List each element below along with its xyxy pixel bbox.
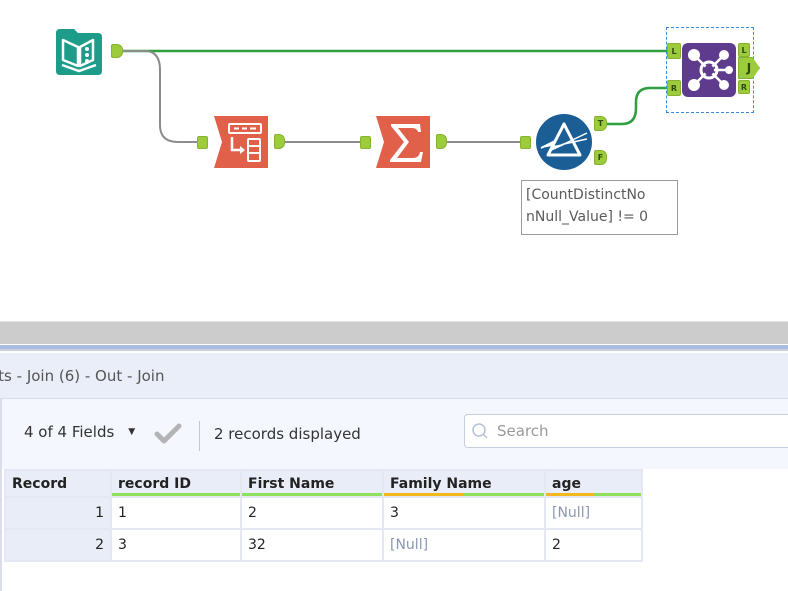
record-number: 1 xyxy=(6,498,110,528)
input-output-anchor[interactable] xyxy=(111,44,123,58)
search-icon xyxy=(472,423,488,439)
checkmark-icon[interactable] xyxy=(154,421,182,445)
data-quality-bar xyxy=(546,493,641,496)
workflow-canvas[interactable]: T F [CountDistinctNo nNull_Value] != 0 L… xyxy=(0,0,788,330)
summarize-output-anchor[interactable] xyxy=(436,134,447,149)
cell-record-id[interactable]: 1 xyxy=(112,498,240,528)
join-left-output-anchor[interactable]: L xyxy=(738,43,750,57)
data-quality-bar xyxy=(112,493,240,496)
connection-filter-true-to-join-right[interactable] xyxy=(605,86,670,126)
table-row[interactable]: 1 1 2 3 [Null] xyxy=(6,498,641,528)
connection-input-to-select[interactable] xyxy=(122,50,200,143)
join-tool[interactable] xyxy=(681,42,737,98)
input-data-tool[interactable] xyxy=(52,25,106,79)
join-hub-icon xyxy=(682,43,736,97)
search-input[interactable] xyxy=(497,422,777,440)
column-header-family-name[interactable]: Family Name xyxy=(384,471,544,496)
join-right-output-anchor[interactable]: R xyxy=(738,80,750,94)
cell-first-name[interactable]: 2 xyxy=(242,498,382,528)
header-row: Record record ID First Name Family Name … xyxy=(6,471,641,496)
cell-record-id[interactable]: 3 xyxy=(112,530,240,560)
records-displayed-count: 2 records displayed xyxy=(214,425,361,443)
select-output-anchor[interactable] xyxy=(274,134,285,149)
pane-splitter[interactable] xyxy=(0,321,788,344)
column-header-first-name[interactable]: First Name xyxy=(242,471,382,496)
results-window-titlebar xyxy=(0,345,788,351)
cell-age[interactable]: [Null] xyxy=(546,498,641,528)
column-header-record[interactable]: Record xyxy=(6,471,110,496)
column-header-age[interactable]: age xyxy=(546,471,641,496)
cell-family-name[interactable]: [Null] xyxy=(384,530,544,560)
results-grid-area: Record record ID First Name Family Name … xyxy=(0,469,788,591)
join-right-input-anchor[interactable]: R xyxy=(667,80,681,96)
column-header-record-id[interactable]: record ID xyxy=(112,471,240,496)
toolbar-divider xyxy=(199,421,200,451)
sigma-icon xyxy=(376,116,430,168)
app-window: T F [CountDistinctNo nNull_Value] != 0 L… xyxy=(0,0,788,591)
select-fields-icon xyxy=(214,116,268,168)
data-quality-bar xyxy=(242,493,382,496)
filter-input-anchor[interactable] xyxy=(520,136,531,149)
search-box[interactable] xyxy=(464,414,788,448)
caret-down-icon: ▼ xyxy=(128,427,136,437)
select-tool[interactable] xyxy=(212,114,270,170)
cell-age[interactable]: 2 xyxy=(546,530,641,560)
results-grid: Record record ID First Name Family Name … xyxy=(4,469,643,562)
fields-selector-label: 4 of 4 Fields xyxy=(24,423,115,441)
filter-annotation: [CountDistinctNo nNull_Value] != 0 xyxy=(521,180,678,235)
record-number: 2 xyxy=(6,530,110,560)
results-title: lts - Join (6) - Out - Join xyxy=(0,367,165,385)
summarize-tool[interactable] xyxy=(374,114,432,170)
join-left-input-anchor[interactable]: L xyxy=(667,43,681,59)
filter-true-anchor[interactable]: T xyxy=(594,116,607,131)
cell-first-name[interactable]: 32 xyxy=(242,530,382,560)
filter-tool[interactable] xyxy=(535,113,593,171)
filter-false-anchor[interactable]: F xyxy=(594,150,607,165)
prism-icon xyxy=(536,114,592,170)
results-header: lts - Join (6) - Out - Join xyxy=(0,353,788,399)
cell-family-name[interactable]: 3 xyxy=(384,498,544,528)
table-row[interactable]: 2 3 32 [Null] 2 xyxy=(6,530,641,560)
data-quality-bar xyxy=(384,493,544,496)
fields-selector-dropdown[interactable]: 4 of 4 Fields ▼ xyxy=(24,423,135,441)
book-icon xyxy=(56,29,102,75)
summarize-input-anchor[interactable] xyxy=(360,136,371,149)
select-input-anchor[interactable] xyxy=(197,136,208,149)
results-toolbar: 4 of 4 Fields ▼ 2 records displayed xyxy=(0,399,788,469)
